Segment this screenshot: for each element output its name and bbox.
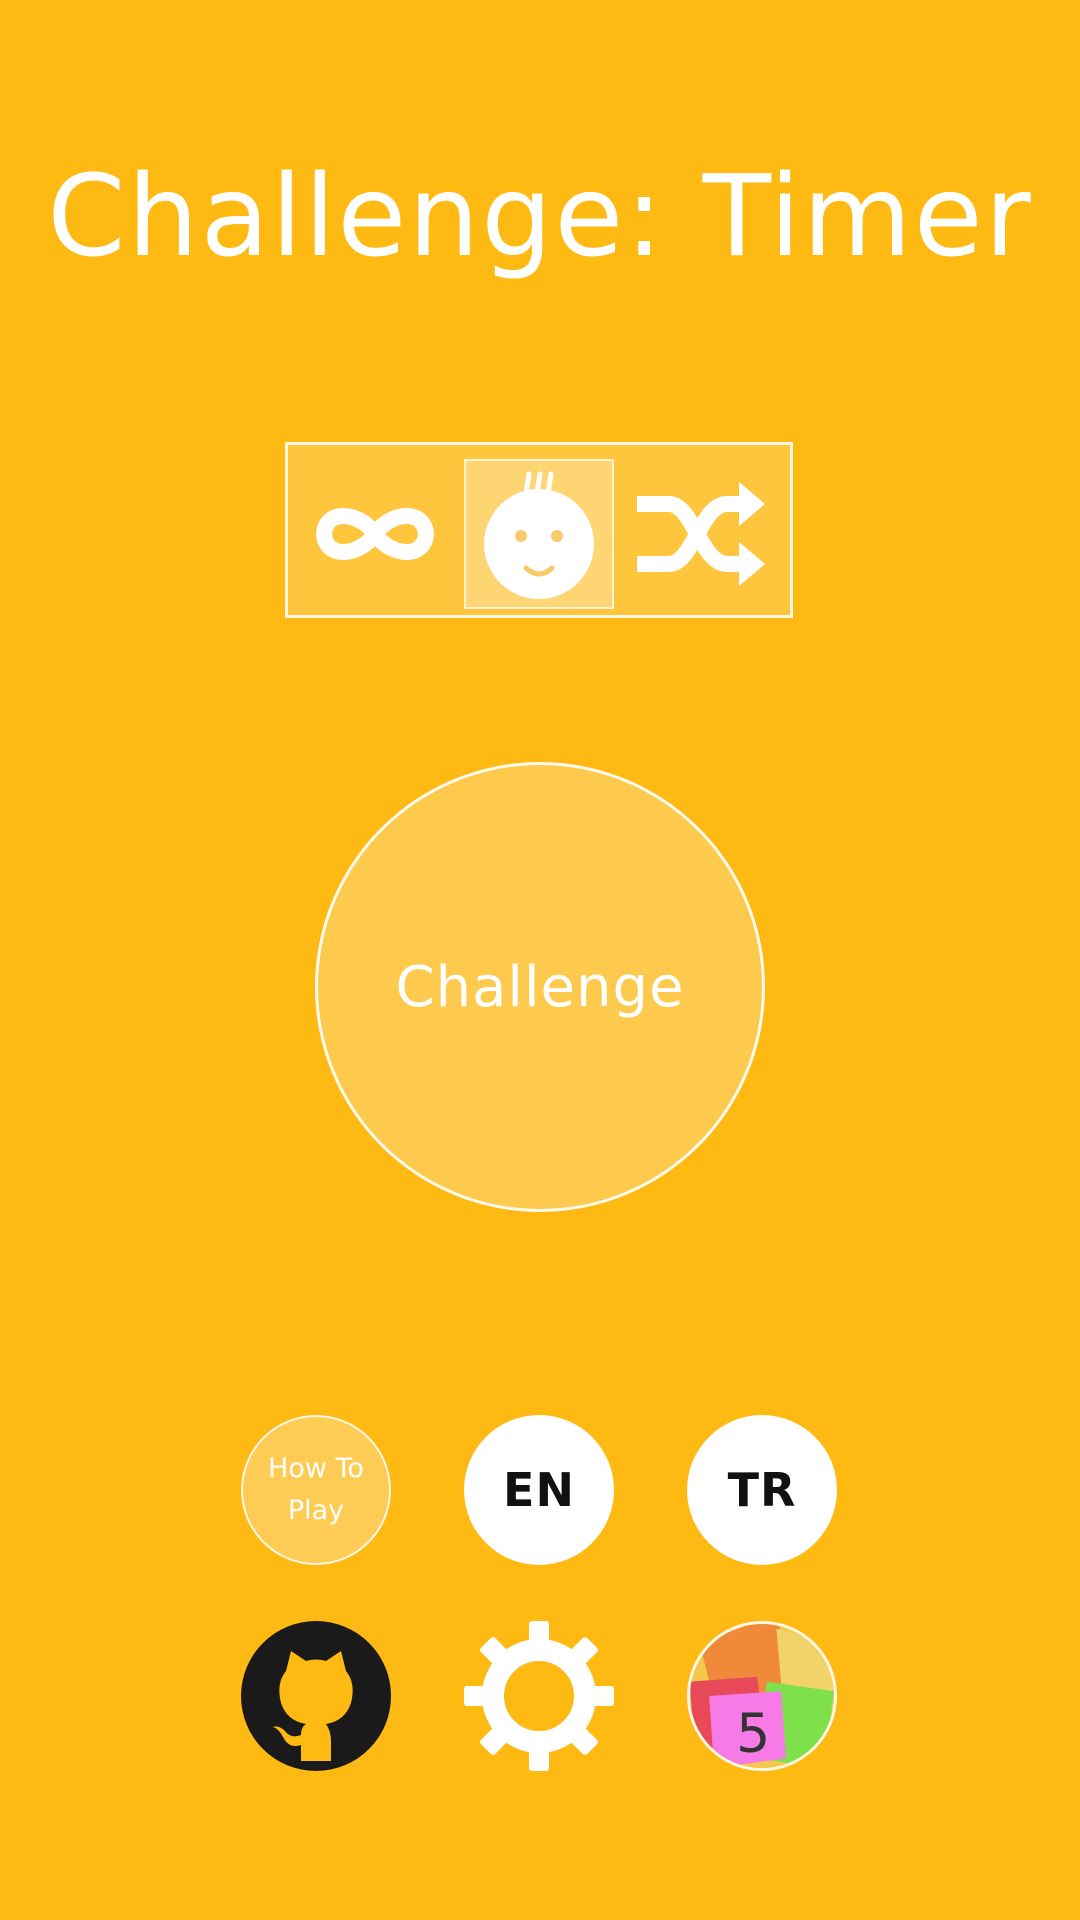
challenge-button[interactable]: Challenge [315,762,765,1212]
language-tr-button[interactable]: TR [687,1415,837,1565]
mode-selector [285,442,793,618]
how-to-play-label: How To Play [268,1453,364,1526]
challenge-button-label: Challenge [395,954,685,1020]
github-button[interactable] [241,1621,391,1771]
language-en-label: EN [503,1463,575,1517]
sweating-face-icon [484,471,594,599]
mode-infinity-button[interactable] [300,459,450,609]
mode-timer-button[interactable] [464,459,614,609]
app-icon: 5 [690,1624,834,1768]
language-tr-label: TR [727,1463,797,1517]
mode-shuffle-button[interactable] [626,459,776,609]
how-to-play-button[interactable]: How To Play [241,1415,391,1565]
settings-button[interactable] [464,1621,614,1771]
infinity-icon [315,508,435,560]
app-icon-button[interactable]: 5 [687,1621,837,1771]
page-title: Challenge: Timer [47,152,1033,282]
app-icon-number: 5 [736,1702,770,1765]
shuffle-icon [637,482,765,586]
gear-icon [464,1621,614,1771]
github-icon [241,1621,391,1771]
language-en-button[interactable]: EN [464,1415,614,1565]
